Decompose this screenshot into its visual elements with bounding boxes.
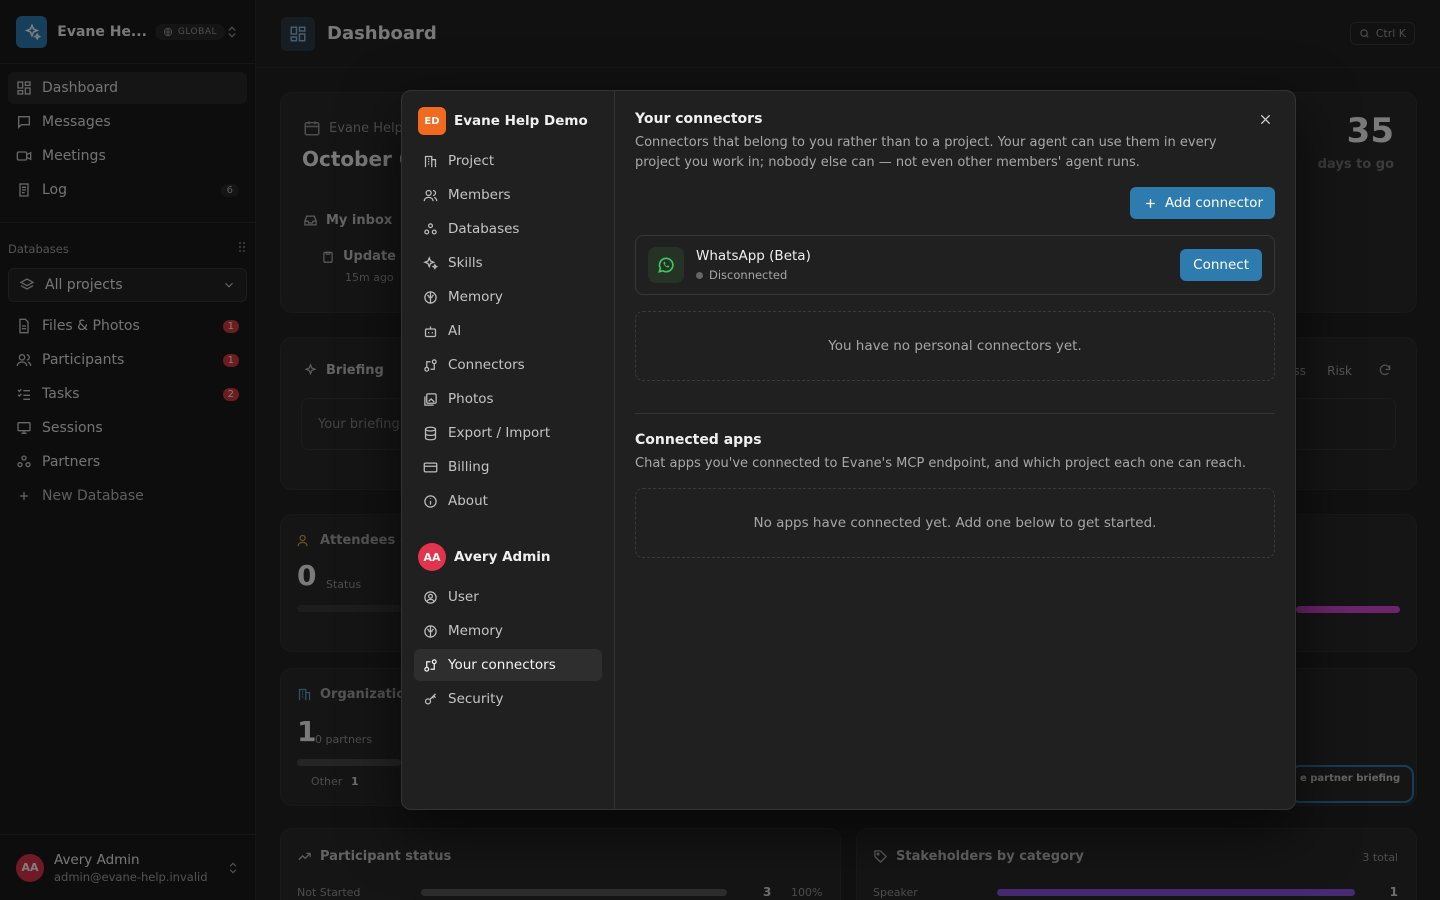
avatar: AA: [418, 543, 446, 571]
org-badge: ED: [418, 107, 446, 135]
settings-nav-project[interactable]: Project: [414, 145, 602, 177]
settings-nav-databases[interactable]: Databases: [414, 213, 602, 245]
status-dot: [696, 271, 703, 279]
database-icon: [422, 425, 438, 441]
connector-name: WhatsApp (Beta): [696, 248, 811, 264]
key-icon: [422, 691, 438, 707]
settings-nav-connectors[interactable]: Connectors: [414, 349, 602, 381]
card-icon: [422, 459, 438, 475]
empty-personal-connectors: You have no personal connectors yet.: [635, 311, 1275, 381]
close-icon[interactable]: [1255, 109, 1275, 129]
sparkles-icon: [422, 255, 438, 271]
photos-icon: [422, 391, 438, 407]
settings-modal: ED Evane Help Demo Project Members Datab…: [401, 90, 1296, 810]
settings-nav-user[interactable]: User: [414, 581, 602, 613]
section-divider: [635, 413, 1275, 414]
user-header: AA Avery Admin: [414, 543, 602, 571]
add-connector-button[interactable]: Add connector: [1129, 187, 1275, 219]
connector-status: Disconnected: [696, 268, 811, 282]
section-description-connectors: Connectors that belong to you rather tha…: [635, 135, 1217, 170]
plus-icon: [1145, 198, 1155, 208]
settings-nav-ai[interactable]: AI: [414, 315, 602, 347]
databases-icon: [422, 221, 438, 237]
settings-nav-memory[interactable]: Memory: [414, 281, 602, 313]
settings-nav-export-import[interactable]: Export / Import: [414, 417, 602, 449]
settings-nav-about[interactable]: About: [414, 485, 602, 517]
settings-nav-security[interactable]: Security: [414, 683, 602, 715]
connector-card-whatsapp: WhatsApp (Beta) Disconnected Connect: [635, 235, 1275, 295]
settings-nav-photos[interactable]: Photos: [414, 383, 602, 415]
org-header: ED Evane Help Demo: [414, 107, 602, 135]
whatsapp-icon: [648, 247, 684, 283]
section-title-connectors: Your connectors: [635, 111, 763, 127]
settings-nav: ED Evane Help Demo Project Members Datab…: [402, 91, 615, 809]
empty-connected-apps: No apps have connected yet. Add one belo…: [635, 488, 1275, 558]
settings-nav-members[interactable]: Members: [414, 179, 602, 211]
settings-nav-billing[interactable]: Billing: [414, 451, 602, 483]
connectors-icon: [422, 657, 438, 673]
brain-icon: [422, 623, 438, 639]
connectors-icon: [422, 357, 438, 373]
info-icon: [422, 493, 438, 509]
settings-content: Your connectors Connectors that belong t…: [615, 91, 1295, 809]
bot-icon: [422, 323, 438, 339]
section-description-connected-apps: Chat apps you've connected to Evane's MC…: [635, 456, 1246, 471]
settings-nav-user-memory[interactable]: Memory: [414, 615, 602, 647]
section-title-connected-apps: Connected apps: [635, 432, 762, 448]
user-circle-icon: [422, 589, 438, 605]
settings-nav-your-connectors[interactable]: Your connectors: [414, 649, 602, 681]
connect-button[interactable]: Connect: [1180, 249, 1262, 281]
building-icon: [422, 153, 438, 169]
settings-nav-skills[interactable]: Skills: [414, 247, 602, 279]
users-icon: [422, 187, 438, 203]
brain-icon: [422, 289, 438, 305]
